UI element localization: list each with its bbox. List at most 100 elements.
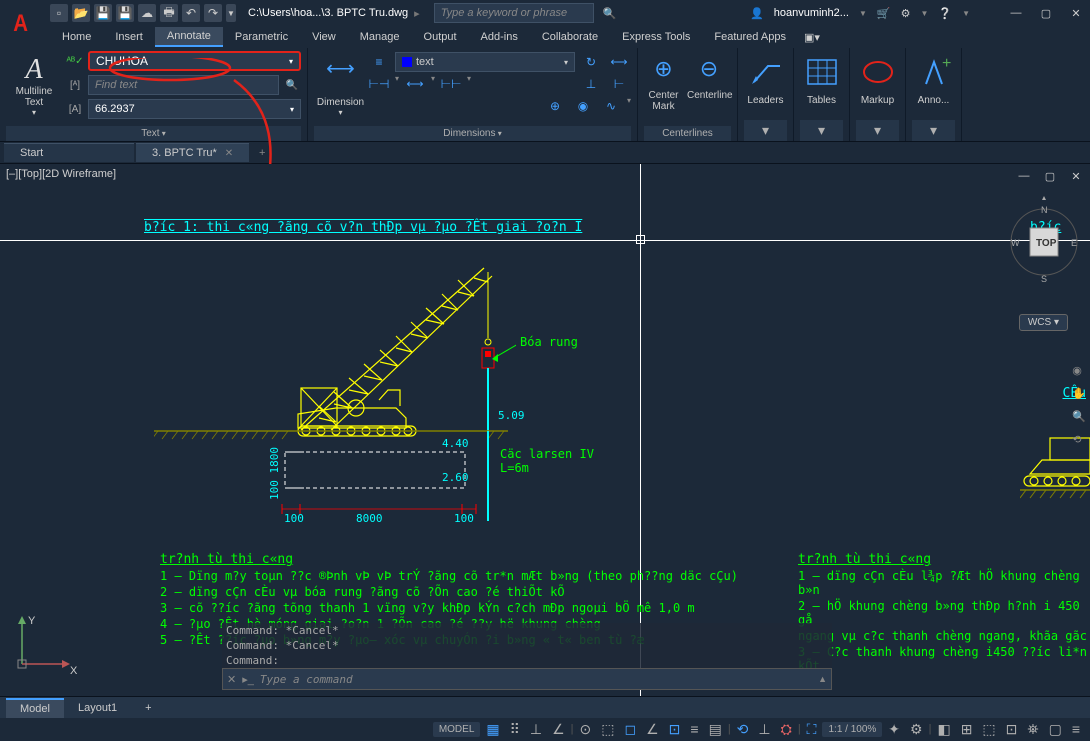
viewcube[interactable]: N S W E TOP [1008,194,1080,289]
tab-annotate[interactable]: Annotate [155,27,223,47]
3dosnap-icon[interactable]: ∠ [642,719,663,740]
tab-collaborate[interactable]: Collaborate [530,28,610,46]
status-model[interactable]: MODEL [433,722,481,737]
centerline-button[interactable]: ⊖ Centerline [687,56,731,122]
anno-button[interactable]: + Anno... [912,50,955,120]
search-icon[interactable]: 🔍 [602,5,618,21]
markup-button[interactable]: Markup [856,50,899,120]
hwaccel-icon[interactable]: ⛯ [1023,719,1042,740]
cleanscreen-icon[interactable]: ▢ [1045,719,1066,740]
tab-manage[interactable]: Manage [348,28,412,46]
command-input[interactable]: Type a command [260,673,812,686]
units-icon[interactable]: ⬚ [978,719,999,740]
cmd-recent-icon[interactable]: ▲ [818,674,827,684]
layout-tab-add[interactable]: + [131,699,165,717]
quickprop-icon[interactable]: ⊡ [1002,719,1022,740]
minimize-icon[interactable]: — [1008,5,1024,21]
osnap-icon[interactable]: ◻ [620,719,640,740]
dimstyle-icon[interactable]: ≡ [367,52,391,72]
panel-tables-title[interactable]: ▾ [800,120,843,141]
vp-minimize-icon[interactable]: — [1016,168,1032,184]
find-go-icon[interactable]: 🔍 [283,76,301,94]
ortho-icon[interactable]: ⊥ [526,719,546,740]
navbar-wheel-icon[interactable]: ◉ [1072,364,1086,377]
close-icon[interactable]: ✕ [1068,5,1084,21]
mtext-button[interactable]: A Multiline Text ▾ [6,50,62,122]
cont-dim-icon[interactable]: ⊢⊢ [439,74,463,94]
text-style-dropdown[interactable]: CHUHOA ▾ [88,51,301,71]
user-icon[interactable]: 👤 [750,7,764,20]
navbar-orbit-icon[interactable]: ⟲ [1072,433,1086,446]
iso-icon[interactable]: ⬚ [597,719,618,740]
tab-output[interactable]: Output [412,28,469,46]
vp-close-icon[interactable]: ✕ [1068,168,1084,184]
tab-insert[interactable]: Insert [103,28,155,46]
lineweight-icon[interactable]: ≡ [686,719,702,739]
tab-view[interactable]: View [300,28,348,46]
tables-button[interactable]: Tables [800,50,843,120]
user-name[interactable]: hoanvuminh2... [774,7,849,19]
workspace-icon[interactable]: ◧ [933,719,954,740]
tab-addins[interactable]: Add-ins [469,28,530,46]
infer-icon[interactable]: ∠ [548,719,569,740]
redo-icon[interactable]: ↷ [204,4,222,22]
monitor-icon[interactable]: ⊞ [957,719,977,740]
panel-anno-title[interactable]: ▾ [912,120,955,141]
navbar-pan-icon[interactable]: ✋ [1072,387,1086,400]
panel-dim-title[interactable]: Dimensions [314,126,631,141]
transparency-icon[interactable]: ▤ [705,719,726,740]
text-height-dropdown[interactable]: 66.2937 ▾ [88,99,301,119]
undo-icon[interactable]: ↶ [182,4,200,22]
gear-icon[interactable]: ⚙ [906,719,927,740]
gizmo-icon[interactable]: ⛭ [777,719,796,740]
annovis-icon[interactable]: ✦ [884,719,904,740]
layout-tab-layout1[interactable]: Layout1 [64,699,131,717]
height-icon[interactable]: [A] [66,100,84,118]
dim-style-dropdown[interactable]: text ▾ [395,52,575,72]
jog-icon[interactable]: ∿ [599,96,623,116]
navbar-zoom-icon[interactable]: 🔍 [1072,410,1086,423]
dim-update-icon[interactable]: ↻ [579,52,603,72]
panel-markup-title[interactable]: ▾ [856,120,899,141]
tab-close-icon[interactable]: ✕ [225,148,233,159]
open-icon[interactable]: 📂 [72,4,90,22]
saveas-icon[interactable]: 💾 [116,4,134,22]
file-tab-start[interactable]: Start [4,143,134,162]
save-icon[interactable]: 💾 [94,4,112,22]
dim-override-icon[interactable]: ⟷ [607,52,631,72]
cmd-close-icon[interactable]: ✕ [227,673,236,686]
cart-icon[interactable]: 🛒 [877,7,891,20]
status-scale[interactable]: 1:1 / 100% [822,722,882,737]
dimension-button[interactable]: ⟷ Dimension ▾ [314,50,367,122]
linear-dim-icon[interactable]: ⊢⊣ [367,74,391,94]
leaders-button[interactable]: Leaders [744,50,787,120]
center-mark-button[interactable]: ⊕ Center Mark [644,56,683,122]
snap-icon[interactable]: ⠿ [506,719,524,740]
app-icon[interactable]: ⚙ [901,7,911,20]
dim-space-icon[interactable]: ⊢ [607,74,631,94]
plot-icon[interactable]: 🖶 [160,4,178,22]
find-text-input[interactable]: Find text [88,75,279,95]
find-icon[interactable]: [ᴬ] [66,76,84,94]
tab-home[interactable]: Home [50,28,103,46]
tab-parametric[interactable]: Parametric [223,28,300,46]
tab-express[interactable]: Express Tools [610,28,702,46]
check-icon[interactable]: ᴬᴮ✓ [66,52,84,70]
tab-featured[interactable]: Featured Apps [702,28,798,46]
add-tab-button[interactable]: + [251,147,273,159]
wcs-badge[interactable]: WCS ▾ [1019,314,1068,331]
panel-text-title[interactable]: Text [6,126,301,141]
cycling-icon[interactable]: ⟲ [733,719,753,740]
panel-leaders-title[interactable]: ▾ [744,120,787,141]
view-controls-label[interactable]: [–][Top][2D Wireframe] [6,168,116,180]
help-icon[interactable]: ❔ [938,7,952,20]
tab-more-icon[interactable]: ▣▾ [798,28,826,47]
insp-icon[interactable]: ◉ [571,96,595,116]
otrack-icon[interactable]: ⊡ [665,719,685,740]
dynucs-icon[interactable]: ⊥ [754,719,774,740]
customize-icon[interactable]: ≡ [1068,719,1084,739]
polar-icon[interactable]: ⊙ [576,719,596,740]
quick-dim-icon[interactable]: ⟷ [403,74,427,94]
vp-maximize-icon[interactable]: ▢ [1042,168,1058,184]
web-icon[interactable]: ☁ [138,4,156,22]
